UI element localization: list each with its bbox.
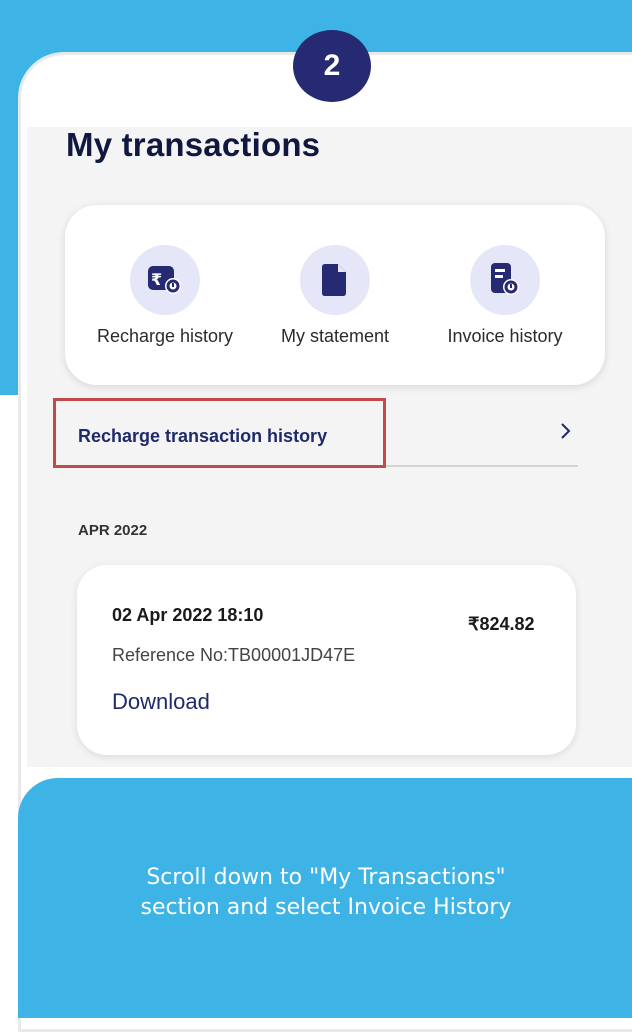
highlight-box xyxy=(53,398,386,468)
download-link[interactable]: Download xyxy=(112,689,210,715)
transaction-reference: Reference No:TB00001JD47E xyxy=(112,645,356,665)
transaction-amount: ₹824.82 xyxy=(468,614,535,634)
instruction-text: Scroll down to "My Transactions" section… xyxy=(18,863,632,923)
month-header: APR 2022 xyxy=(78,522,148,539)
invoice-icon xyxy=(470,245,540,315)
invoice-history-button[interactable]: Invoice history xyxy=(415,205,595,385)
instruction-panel: Scroll down to "My Transactions" section… xyxy=(18,778,632,1018)
svg-text:₹: ₹ xyxy=(151,270,162,289)
recharge-history-button[interactable]: ₹ Recharge history xyxy=(75,205,255,385)
my-statement-label: My statement xyxy=(280,326,390,346)
page-title: My transactions xyxy=(66,126,321,163)
chevron-right-icon xyxy=(559,420,573,448)
step-badge: 2 xyxy=(293,30,371,102)
transaction-card: 02 Apr 2022 18:10 ₹824.82 Reference No:T… xyxy=(77,565,576,755)
instruction-line-2: section and select Invoice History xyxy=(140,895,512,920)
document-icon xyxy=(300,245,370,315)
recharge-history-label: Recharge history xyxy=(96,326,234,346)
my-statement-button[interactable]: My statement xyxy=(245,205,425,385)
transaction-datetime: 02 Apr 2022 18:10 xyxy=(112,605,264,625)
instruction-line-1: Scroll down to "My Transactions" xyxy=(146,865,506,890)
rupee-receipt-icon: ₹ xyxy=(130,245,200,315)
invoice-history-label: Invoice history xyxy=(447,326,563,346)
quick-actions-card: ₹ Recharge history My statement Invoice … xyxy=(65,205,605,385)
